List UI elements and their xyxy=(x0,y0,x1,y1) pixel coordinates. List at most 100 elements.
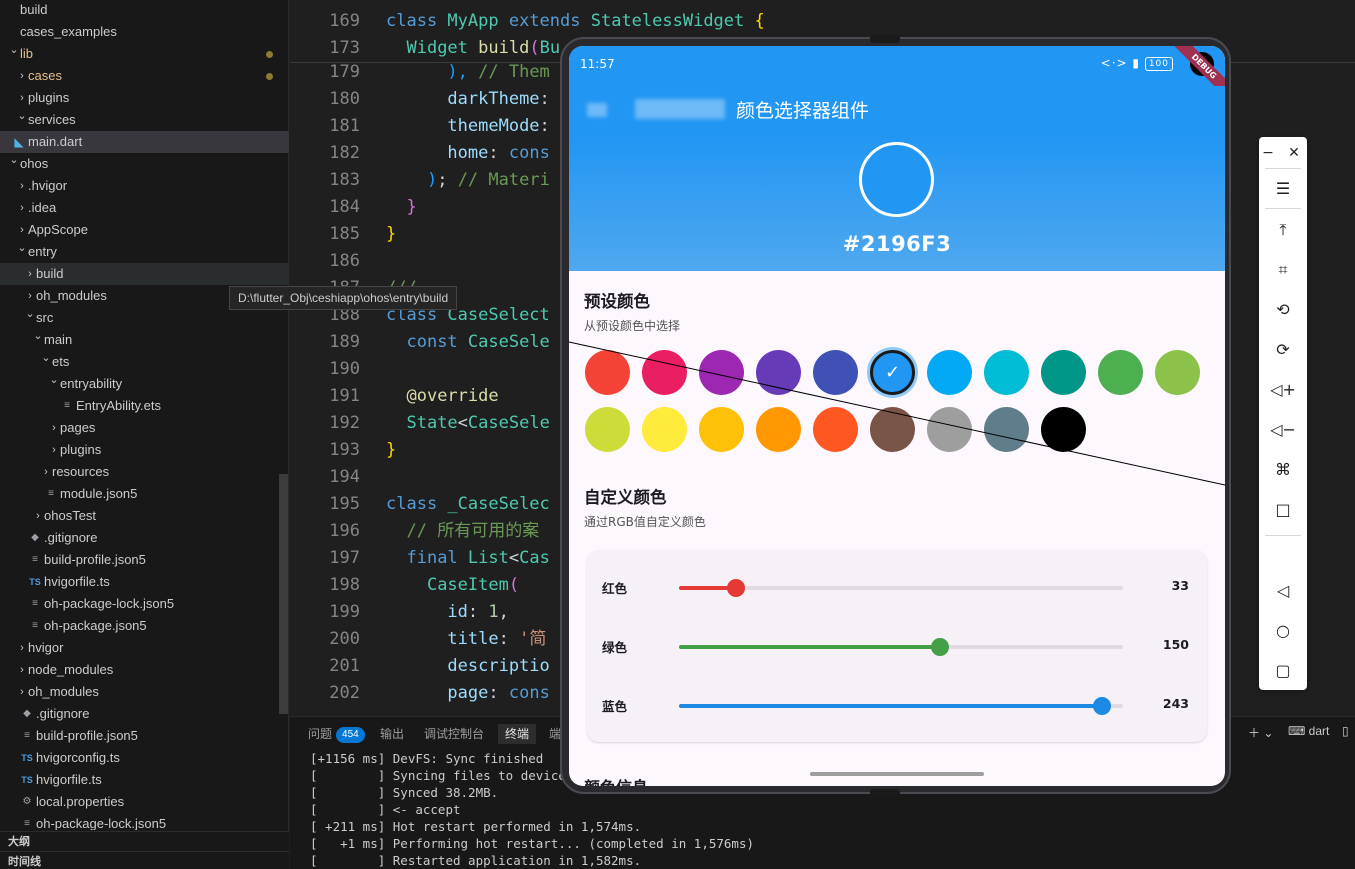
chevron-right-icon[interactable]: › xyxy=(48,439,60,461)
tree-item[interactable]: ≡ module.json5 xyxy=(0,483,289,505)
slider-thumb[interactable] xyxy=(1093,697,1112,715)
panel-tab[interactable]: 输出 xyxy=(380,724,404,744)
tree-item[interactable]: cases_examples xyxy=(0,21,289,43)
tree-item[interactable]: ⌄ ohos xyxy=(0,153,289,175)
crop-icon[interactable]: ⌗ xyxy=(1259,254,1307,286)
panel-tab[interactable]: 调试控制台 xyxy=(424,724,484,744)
close-icon[interactable]: ✕ xyxy=(1275,137,1313,169)
color-swatch[interactable] xyxy=(1041,350,1086,395)
color-swatch[interactable] xyxy=(585,407,630,452)
chevron-down-icon[interactable]: ⌄ xyxy=(40,347,52,369)
color-swatch[interactable] xyxy=(813,350,858,395)
home-indicator[interactable] xyxy=(810,772,984,776)
tree-item[interactable]: ≡ oh-package-lock.json5 xyxy=(0,813,289,830)
chevron-down-icon[interactable]: ⌄ xyxy=(32,325,44,347)
pin-top-icon[interactable]: ⤒ xyxy=(1259,214,1307,246)
chevron-down-icon[interactable]: ⌄ xyxy=(48,369,60,391)
chevron-down-icon[interactable]: ⌄ xyxy=(8,39,20,61)
tree-item[interactable]: › oh_modules xyxy=(0,681,289,703)
tree-item[interactable]: › cases xyxy=(0,65,289,87)
tree-item[interactable]: › ohosTest xyxy=(0,505,289,527)
rotate-left-icon[interactable]: ⟲ xyxy=(1259,294,1307,326)
rotate-right-icon[interactable]: ⟳ xyxy=(1259,334,1307,366)
tree-item[interactable]: › .idea xyxy=(0,197,289,219)
color-swatch[interactable] xyxy=(1041,407,1086,452)
terminal-instance-dart[interactable]: ⌨ dart xyxy=(1288,724,1329,738)
back-icon[interactable]: ◁ xyxy=(1259,575,1307,607)
chevron-down-icon[interactable]: ⌄ xyxy=(16,237,28,259)
menu-icon[interactable]: ☰ xyxy=(1259,173,1307,205)
tree-item[interactable]: ≡ EntryAbility.ets xyxy=(0,395,289,417)
tree-item[interactable]: › .hvigor xyxy=(0,175,289,197)
tree-item[interactable]: › AppScope xyxy=(0,219,289,241)
chevron-right-icon[interactable]: › xyxy=(16,197,28,219)
chevron-right-icon[interactable]: › xyxy=(48,417,60,439)
tree-item[interactable]: ⌄ entry xyxy=(0,241,289,263)
color-swatch[interactable] xyxy=(756,350,801,395)
device-screen[interactable]: 11:57 <·> ▮ 100 DEBUG 颜色选择器组件 #2196F3 预设… xyxy=(569,46,1225,786)
chevron-down-icon[interactable]: ⌄ xyxy=(24,303,36,325)
tree-item[interactable]: › node_modules xyxy=(0,659,289,681)
color-swatch[interactable] xyxy=(585,350,630,395)
tree-item[interactable]: › plugins xyxy=(0,87,289,109)
slider-thumb[interactable] xyxy=(727,579,746,597)
chevron-right-icon[interactable]: › xyxy=(16,175,28,197)
color-swatch[interactable] xyxy=(699,350,744,395)
explorer-scrollbar[interactable] xyxy=(279,474,288,714)
timeline-section-header[interactable]: 时间线 xyxy=(0,851,289,869)
chevron-right-icon[interactable]: › xyxy=(24,263,36,285)
fold-icon[interactable]: □ xyxy=(1259,494,1307,526)
chevron-down-icon[interactable]: ⌄ xyxy=(16,105,28,127)
tree-item[interactable]: › plugins xyxy=(0,439,289,461)
color-swatch[interactable] xyxy=(984,350,1029,395)
tree-item[interactable]: ◣ main.dart xyxy=(0,131,289,153)
tree-item[interactable]: › pages xyxy=(0,417,289,439)
split-panel-icon[interactable]: ▯ xyxy=(1342,724,1349,738)
shake-icon[interactable]: ⌘ xyxy=(1259,454,1307,486)
recents-icon[interactable]: ▢ xyxy=(1259,655,1307,687)
color-swatch[interactable] xyxy=(870,407,915,452)
tree-item[interactable]: TS hvigorfile.ts xyxy=(0,571,289,593)
slider-track[interactable] xyxy=(679,579,1123,597)
tree-item[interactable]: TS hvigorconfig.ts xyxy=(0,747,289,769)
color-swatch[interactable] xyxy=(642,407,687,452)
tree-item[interactable]: ⚙ local.properties xyxy=(0,791,289,813)
tree-item[interactable]: ≡ build-profile.json5 xyxy=(0,549,289,571)
slider-track[interactable] xyxy=(679,697,1123,715)
tree-item[interactable]: ⌄ ets xyxy=(0,351,289,373)
color-swatch[interactable] xyxy=(1155,350,1200,395)
outline-section-header[interactable]: 大纲 xyxy=(0,831,289,851)
color-swatch[interactable] xyxy=(984,407,1029,452)
chevron-right-icon[interactable]: › xyxy=(16,681,28,703)
color-swatch[interactable] xyxy=(756,407,801,452)
chevron-right-icon[interactable]: › xyxy=(16,65,28,87)
chevron-right-icon[interactable]: › xyxy=(16,637,28,659)
tree-item[interactable]: TS hvigorfile.ts xyxy=(0,769,289,791)
tree-item[interactable]: › build xyxy=(0,263,289,285)
color-swatch[interactable] xyxy=(927,407,972,452)
color-swatch[interactable] xyxy=(1098,350,1143,395)
tree-item[interactable]: › resources xyxy=(0,461,289,483)
panel-tab[interactable]: 问题 454 xyxy=(308,724,365,744)
home-icon[interactable]: ○ xyxy=(1259,615,1307,647)
tree-item[interactable]: ⌄ services xyxy=(0,109,289,131)
chevron-down-icon[interactable]: ⌄ xyxy=(8,149,20,171)
tree-item[interactable]: ◆ .gitignore xyxy=(0,527,289,549)
chevron-right-icon[interactable]: › xyxy=(32,505,44,527)
chevron-right-icon[interactable]: › xyxy=(16,659,28,681)
color-swatch[interactable] xyxy=(813,407,858,452)
tree-item[interactable]: ≡ oh-package.json5 xyxy=(0,615,289,637)
volume-up-icon[interactable]: ◁+ xyxy=(1259,374,1307,406)
tree-item[interactable]: › hvigor xyxy=(0,637,289,659)
volume-down-icon[interactable]: ◁− xyxy=(1259,414,1307,446)
back-icon[interactable] xyxy=(587,103,607,117)
new-terminal-button[interactable]: ＋ ⌄ xyxy=(1248,724,1273,741)
panel-tab[interactable]: 终端 xyxy=(498,724,537,744)
tree-item[interactable]: build xyxy=(0,0,289,21)
tree-item[interactable]: ⌄ lib xyxy=(0,43,289,65)
color-swatch[interactable] xyxy=(642,350,687,395)
tree-item[interactable]: ⌄ entryability xyxy=(0,373,289,395)
chevron-right-icon[interactable]: › xyxy=(40,461,52,483)
slider-thumb[interactable] xyxy=(931,638,950,656)
color-swatch[interactable] xyxy=(927,350,972,395)
